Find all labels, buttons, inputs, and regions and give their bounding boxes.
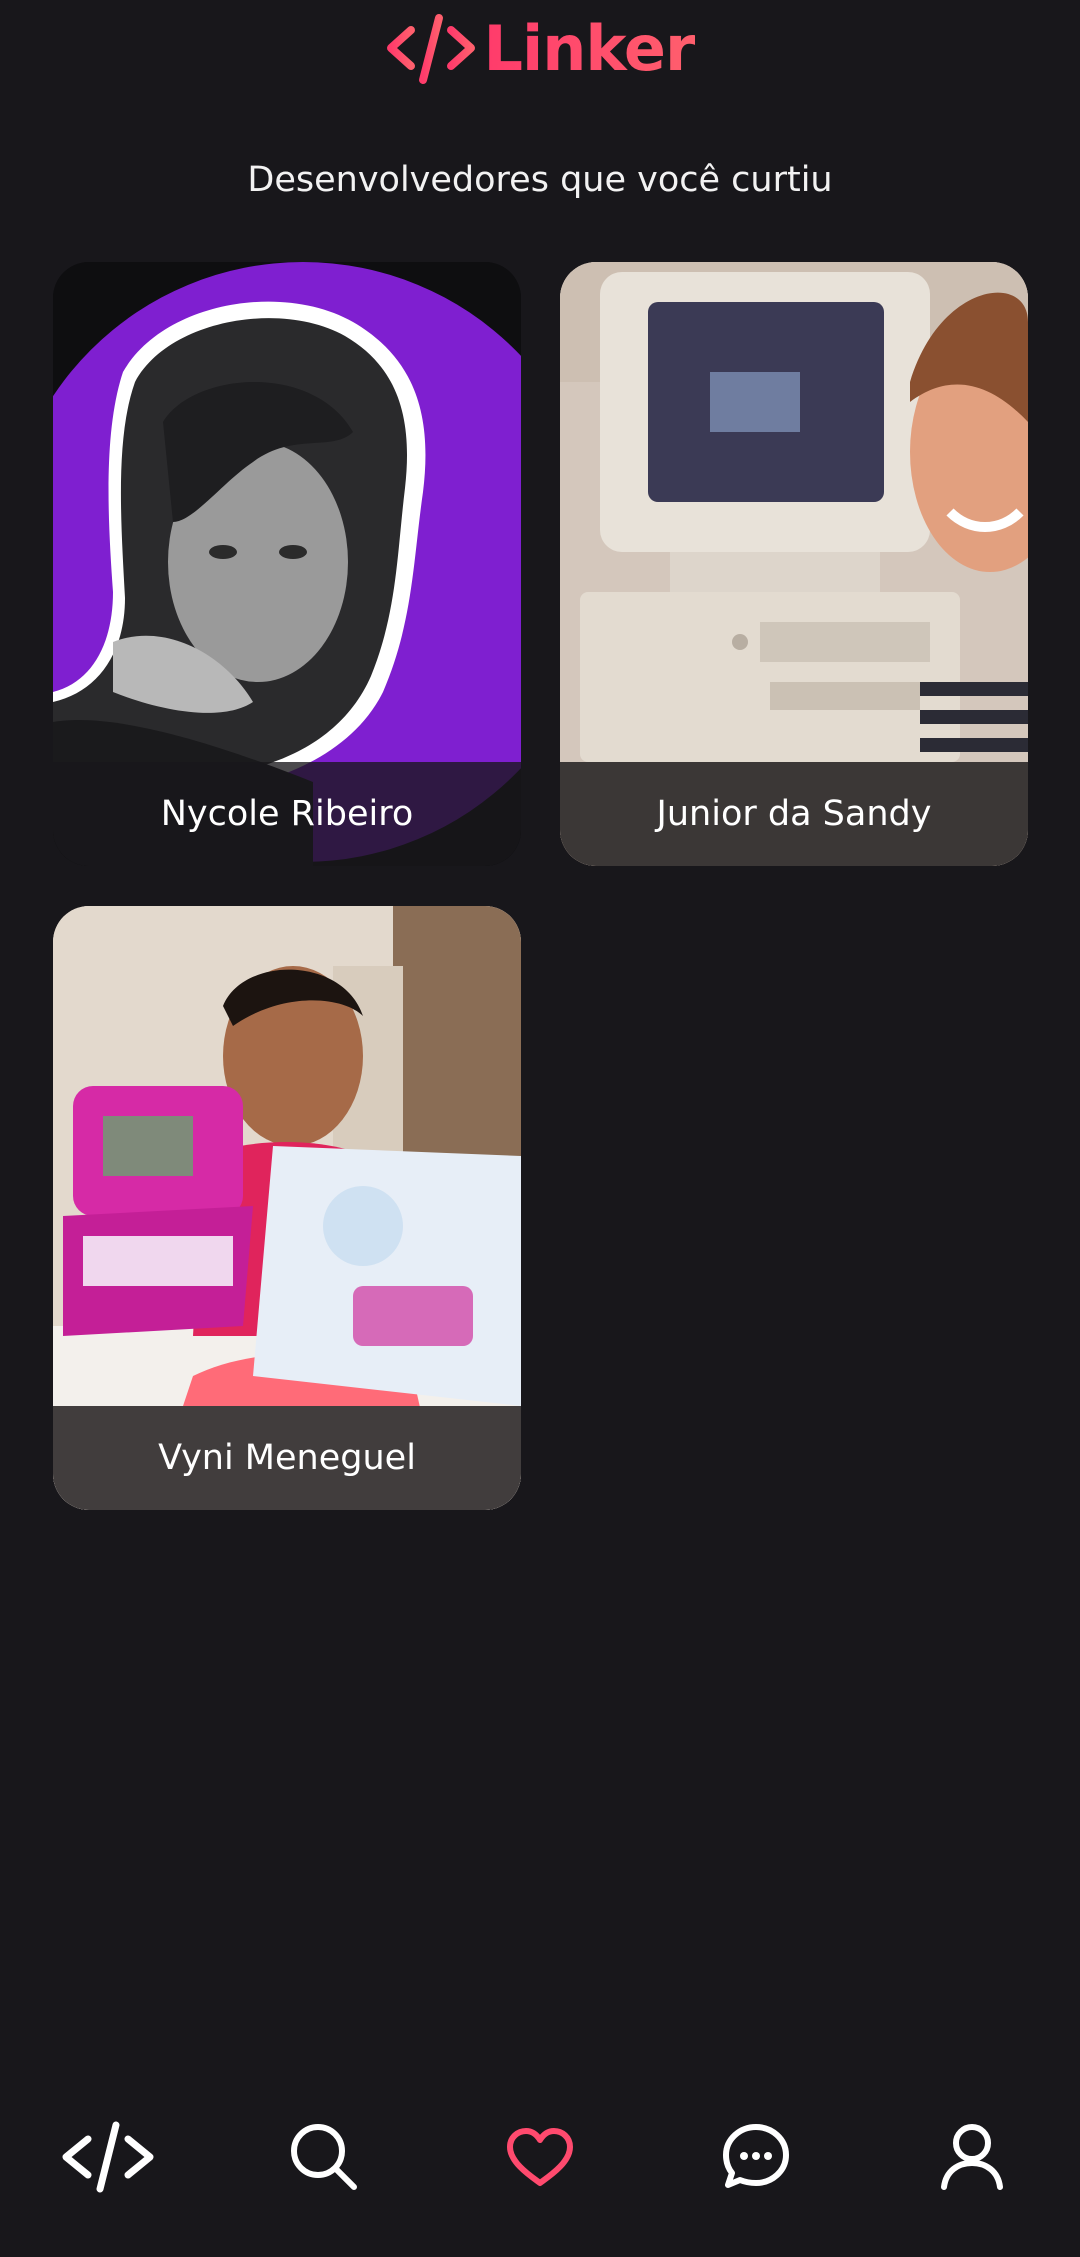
nav-home[interactable] (48, 2097, 168, 2217)
developer-card[interactable]: Junior da Sandy (560, 262, 1028, 866)
code-icon (60, 2117, 156, 2197)
nav-likes[interactable] (480, 2097, 600, 2217)
developer-name: Nycole Ribeiro (53, 762, 521, 866)
nav-profile[interactable] (912, 2097, 1032, 2217)
developer-name: Junior da Sandy (560, 762, 1028, 866)
heart-icon (504, 2125, 576, 2189)
user-icon (936, 2121, 1008, 2193)
nav-search[interactable] (264, 2097, 384, 2217)
bottom-navigation (0, 2057, 1080, 2257)
code-logo-icon (385, 8, 477, 88)
developer-card[interactable]: Vyni Meneguel (53, 906, 521, 1510)
header: Linker (0, 0, 1080, 100)
nav-chat[interactable] (696, 2097, 816, 2217)
developer-card[interactable]: Nycole Ribeiro (53, 262, 521, 866)
chat-icon (720, 2121, 792, 2193)
developer-name: Vyni Meneguel (53, 1406, 521, 1510)
page-title: Desenvolvedores que você curtiu (247, 160, 833, 200)
search-icon (288, 2121, 360, 2193)
app-logo: Linker (385, 8, 696, 88)
logo-text: Linker (483, 11, 695, 85)
